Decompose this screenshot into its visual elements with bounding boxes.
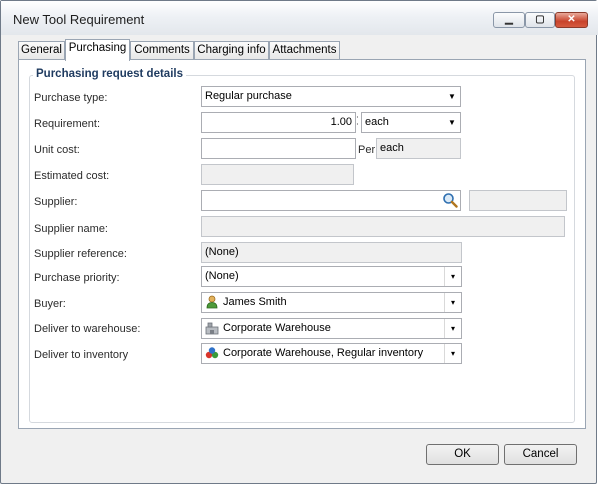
tab-comments[interactable]: Comments xyxy=(130,41,194,60)
deliver-to-inventory-label: Deliver to inventory xyxy=(34,349,129,361)
tab-general[interactable]: General xyxy=(18,41,65,60)
unit-cost-label: Unit cost: xyxy=(34,144,80,156)
chevron-down-icon: ▾ xyxy=(444,344,461,363)
tab-attachments[interactable]: Attachments xyxy=(269,41,340,60)
cancel-button[interactable]: Cancel xyxy=(504,444,577,465)
chevron-down-icon: ▼ xyxy=(448,118,456,127)
estimated-cost-field xyxy=(201,164,354,185)
ok-button[interactable]: OK xyxy=(426,444,499,465)
chevron-down-icon: ▾ xyxy=(444,293,461,312)
close-button[interactable]: ✕ xyxy=(555,12,588,28)
purchase-priority-value: (None) xyxy=(205,270,239,282)
person-icon xyxy=(205,295,219,309)
supplier-name-field xyxy=(201,216,565,237)
minimize-button[interactable]: ▁ xyxy=(493,12,525,28)
purchase-type-label: Purchase type: xyxy=(34,92,108,104)
tab-charging-info[interactable]: Charging info xyxy=(194,41,269,60)
per-unit-value: each xyxy=(380,142,404,154)
purchase-priority-select[interactable]: (None) ▾ xyxy=(201,266,462,287)
requirement-input[interactable]: 1.00 xyxy=(201,112,356,133)
supplier-reference-field: (None) xyxy=(201,242,462,263)
buyer-value: James Smith xyxy=(223,296,287,308)
deliver-to-warehouse-select[interactable]: Corporate Warehouse ▾ xyxy=(201,318,462,339)
requirement-unit-value: each xyxy=(365,116,389,128)
per-unit-field: each xyxy=(376,138,461,159)
window-title: New Tool Requirement xyxy=(13,12,145,27)
purchase-type-select[interactable]: Regular purchase ▼ xyxy=(201,86,461,107)
inventory-icon xyxy=(205,346,219,360)
deliver-to-inventory-select[interactable]: Corporate Warehouse, Regular inventory ▾ xyxy=(201,343,462,364)
maximize-button[interactable]: ▢ xyxy=(525,12,555,28)
requirement-value: 1.00 xyxy=(330,116,352,128)
close-icon: ✕ xyxy=(567,14,576,25)
requirement-label: Requirement: xyxy=(34,118,101,130)
unit-cost-input[interactable] xyxy=(201,138,356,159)
purchase-type-value: Regular purchase xyxy=(205,90,292,102)
deliver-to-inventory-value: Corporate Warehouse, Regular inventory xyxy=(223,347,424,359)
dialog-window: New Tool Requirement ▁ ▢ ✕ General Purch… xyxy=(0,0,598,484)
warehouse-icon xyxy=(205,321,219,335)
minimize-icon: ▁ xyxy=(505,14,513,25)
per-label: Per xyxy=(358,144,376,156)
purchase-priority-label: Purchase priority: xyxy=(34,272,120,284)
buyer-label: Buyer: xyxy=(34,298,66,310)
title-bar[interactable]: New Tool Requirement ▁ ▢ ✕ xyxy=(1,1,598,35)
buyer-select[interactable]: James Smith ▾ xyxy=(201,292,462,313)
chevron-down-icon: ▾ xyxy=(444,267,461,286)
chevron-down-icon: ▾ xyxy=(444,319,461,338)
chevron-down-icon: ▼ xyxy=(448,92,456,101)
supplier-label: Supplier: xyxy=(34,196,78,208)
supplier-reference-value: (None) xyxy=(205,246,239,258)
requirement-unit-select[interactable]: each ▼ xyxy=(361,112,461,133)
deliver-to-warehouse-label: Deliver to warehouse: xyxy=(34,323,141,335)
group-title: Purchasing request details xyxy=(33,68,186,80)
supplier-extra-field xyxy=(469,190,567,211)
supplier-name-label: Supplier name: xyxy=(34,223,108,235)
tab-purchasing[interactable]: Purchasing xyxy=(65,39,130,61)
estimated-cost-label: Estimated cost: xyxy=(34,170,110,182)
maximize-icon: ▢ xyxy=(535,14,545,25)
deliver-to-warehouse-value: Corporate Warehouse xyxy=(223,322,331,334)
supplier-reference-label: Supplier reference: xyxy=(34,248,127,260)
supplier-input[interactable] xyxy=(201,190,461,211)
search-icon[interactable] xyxy=(442,192,458,208)
